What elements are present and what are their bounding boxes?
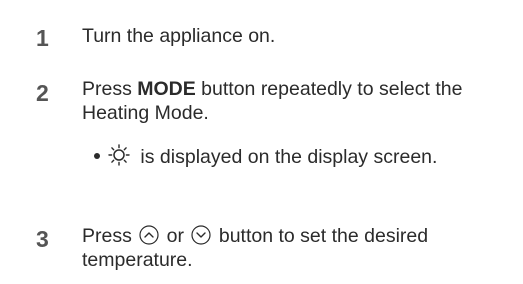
bullet-text: is displayed on the display screen. [135, 146, 438, 168]
step-1-text: Turn the appliance on. [82, 25, 276, 47]
chevron-up-circle-icon [139, 225, 159, 245]
chevron-down-circle-icon [191, 225, 212, 245]
step-number-1: 1 [36, 25, 49, 51]
step-2-text: Press MODE button repeatedly to select t… [82, 77, 517, 125]
bullet-dot [94, 152, 100, 159]
bullet-item: is displayed on the display screen. [94, 144, 438, 169]
step-3-text-pre: Press [82, 225, 138, 247]
sun-icon [108, 144, 130, 166]
mode-label: MODE [137, 78, 196, 100]
step-2-text-pre: Press [82, 78, 138, 100]
step-number-2: 2 [36, 80, 49, 106]
step-3-text-mid: or [161, 225, 190, 247]
step-number-3: 3 [36, 226, 49, 252]
step-3-text: Press or button to set the desired tempe… [82, 224, 517, 272]
